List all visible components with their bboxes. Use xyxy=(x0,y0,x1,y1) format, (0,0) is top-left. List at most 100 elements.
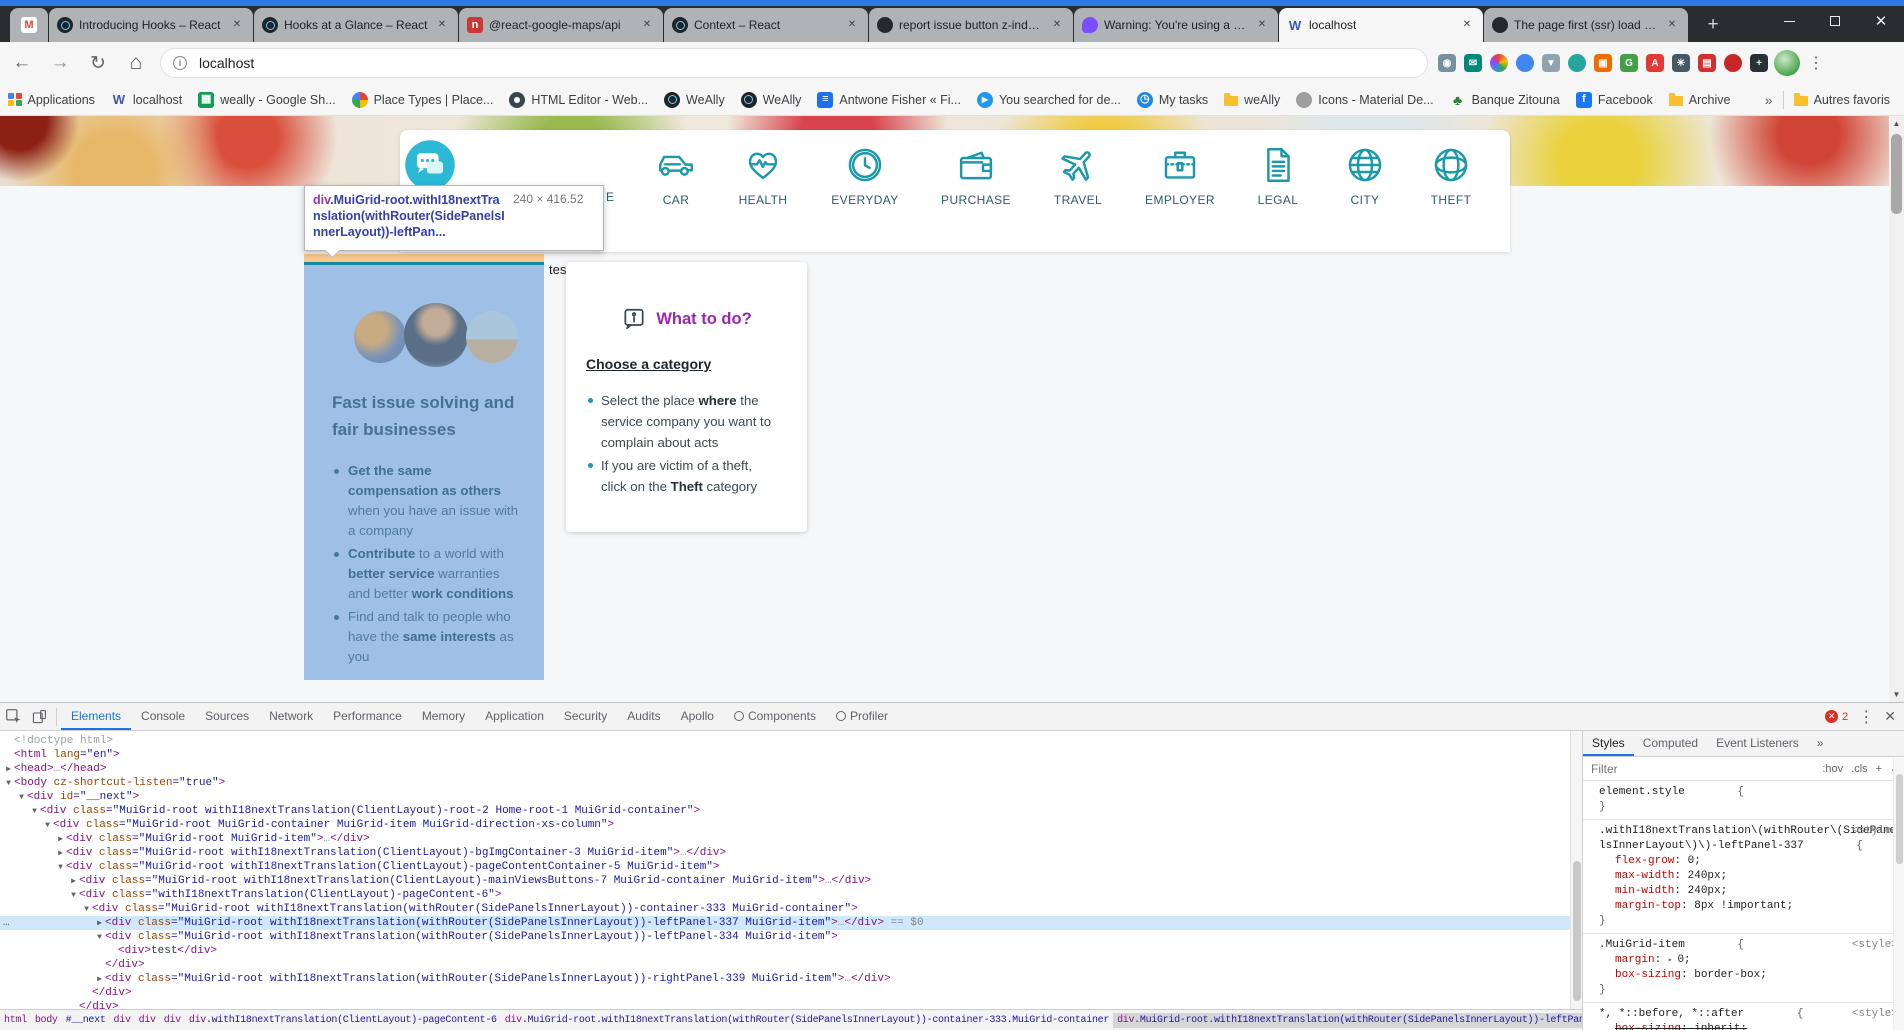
dom-tree-row[interactable]: </div> xyxy=(0,986,1570,1000)
style-origin-link[interactable]: <style> xyxy=(1852,824,1898,839)
devtools-tab-audits[interactable]: Audits xyxy=(617,703,670,730)
pinned-tab-gmail[interactable]: M xyxy=(10,8,48,42)
devtools-menu-icon[interactable]: ⋮ xyxy=(1858,707,1874,727)
style-property[interactable]: flex-grow: 0; xyxy=(1599,854,1898,869)
red-circle-extension-icon[interactable] xyxy=(1724,54,1742,72)
dom-tree-row[interactable]: </div> xyxy=(0,958,1570,972)
expand-arrow-icon[interactable]: ▶ xyxy=(94,917,105,931)
dom-tree-row[interactable]: <!doctype html> xyxy=(0,734,1570,748)
breadcrumb-item[interactable]: div xyxy=(110,1013,135,1028)
dom-tree-row[interactable]: ▶ <div class="MuiGrid-root withI18nextTra… xyxy=(0,874,1570,888)
dom-tree-row[interactable]: ▼ <div class="MuiGrid-root withI18nextTra… xyxy=(0,930,1570,944)
breadcrumb-item[interactable]: div.MuiGrid-root.withI18nextTranslation(… xyxy=(501,1013,1113,1028)
style-property[interactable]: margin-top: 8px !important; xyxy=(1599,899,1898,914)
dom-tree-row[interactable]: ▶ <div class="MuiGrid-root withI18nextTra… xyxy=(0,972,1570,986)
mail-extension-icon[interactable]: ✉ xyxy=(1464,54,1482,72)
browser-tab[interactable]: Introducing Hooks – React ✕ xyxy=(49,8,253,42)
new-rule-button[interactable]: + xyxy=(1876,763,1882,775)
inspect-element-icon[interactable] xyxy=(0,704,26,730)
expand-arrow-icon[interactable]: ▶ xyxy=(68,875,79,889)
bookmark-item[interactable]: WeAlly xyxy=(740,91,801,108)
category-legal[interactable]: LEGAL xyxy=(1230,143,1326,207)
dom-tree-row[interactable]: </div> xyxy=(0,1000,1570,1009)
category-car[interactable]: CAR xyxy=(628,143,724,207)
expand-arrow-icon[interactable]: ▶ xyxy=(94,973,105,987)
expand-arrow-icon[interactable]: ▶ xyxy=(55,833,66,847)
collapse-arrow-icon[interactable]: ▼ xyxy=(42,819,53,833)
breadcrumb-item[interactable]: div xyxy=(160,1013,185,1028)
browser-tab[interactable]: report issue button z-inde... ✕ xyxy=(869,8,1073,42)
breadcrumb-item[interactable]: div.withI18nextTranslation(ClientLayout)… xyxy=(185,1013,501,1028)
home-button[interactable]: ⌂ xyxy=(120,47,152,79)
collapse-arrow-icon[interactable]: ▼ xyxy=(55,861,66,875)
browser-tab[interactable]: Wlocalhost ✕ xyxy=(1279,8,1483,42)
dom-tree-row[interactable]: <html lang="en"> xyxy=(0,748,1570,762)
dom-tree-row[interactable]: ▼ <body cz-shortcut-listen="true"> xyxy=(0,776,1570,790)
dom-tree-row[interactable]: ▶ <div class="MuiGrid-root MuiGrid-item">… xyxy=(0,832,1570,846)
tab-close-icon[interactable]: ✕ xyxy=(1254,17,1270,33)
dom-tree-row[interactable]: ▼ <div class="MuiGrid-root MuiGrid-contai… xyxy=(0,818,1570,832)
maximize-button[interactable] xyxy=(1812,6,1858,36)
bookmark-item[interactable]: ♣ Banque Zitouna xyxy=(1450,92,1560,108)
style-property[interactable]: box-sizing: border-box; xyxy=(1599,968,1898,983)
style-rule[interactable]: .withI18nextTranslation\(withRouter\(Sid… xyxy=(1583,820,1904,934)
dom-tree-row[interactable]: ▶ <head>…</head> xyxy=(0,762,1570,776)
styles-scrollbar[interactable] xyxy=(1893,758,1904,1030)
collapse-arrow-icon[interactable]: ▼ xyxy=(29,805,40,819)
reload-button[interactable]: ↻ xyxy=(82,47,114,79)
browser-tab[interactable]: Hooks at a Glance – React ✕ xyxy=(254,8,458,42)
new-tab-button[interactable]: + xyxy=(1700,12,1726,38)
breadcrumb-item[interactable]: #__next xyxy=(62,1013,110,1028)
collapse-arrow-icon[interactable]: ▼ xyxy=(81,903,92,917)
browser-tab[interactable]: The page first (ssr) load ha... ✕ xyxy=(1484,8,1688,42)
tab-close-icon[interactable]: ✕ xyxy=(434,17,450,33)
tab-close-icon[interactable]: ✕ xyxy=(639,17,655,33)
minimize-button[interactable] xyxy=(1766,6,1812,36)
styles-tab-styles[interactable]: Styles xyxy=(1583,731,1634,756)
device-toolbar-icon[interactable] xyxy=(26,704,52,730)
browser-tab[interactable]: n @react-google-maps/api ✕ xyxy=(459,8,663,42)
forward-button[interactable]: → xyxy=(44,47,76,79)
dom-tree-row[interactable]: ▼ <div class="withI18nextTranslation(Clie… xyxy=(0,888,1570,902)
dark-tool-extension-icon[interactable]: ✳ xyxy=(1672,54,1690,72)
devtools-tab-components[interactable]: Components xyxy=(724,703,826,730)
style-origin-link[interactable]: <style> xyxy=(1852,1007,1898,1022)
move-extension-icon[interactable]: + xyxy=(1750,54,1768,72)
url-input[interactable] xyxy=(197,54,1297,72)
devtools-tab-application[interactable]: Application xyxy=(475,703,554,730)
scrollbar-thumb[interactable] xyxy=(1891,134,1902,214)
scrollbar-thumb[interactable] xyxy=(1896,774,1903,864)
browser-tab[interactable]: Warning: You're using a st... ✕ xyxy=(1074,8,1278,42)
tab-close-icon[interactable]: ✕ xyxy=(844,17,860,33)
expand-arrow-icon[interactable]: ▶ xyxy=(3,763,14,777)
bookmarks-overflow-chevron[interactable]: » xyxy=(1765,92,1773,108)
style-rule[interactable]: *, *::before, *::after {<style> box-sizin… xyxy=(1583,1003,1904,1030)
tab-close-icon[interactable]: ✕ xyxy=(1664,17,1680,33)
blue-app-extension-icon[interactable] xyxy=(1516,54,1534,72)
breadcrumb-item[interactable]: div.MuiGrid-root.withI18nextTranslation(… xyxy=(1113,1013,1582,1028)
bookmark-item[interactable]: ▶ You searched for de... xyxy=(976,91,1121,108)
teal-extension-icon[interactable] xyxy=(1568,54,1586,72)
pdf-extension-icon[interactable]: ▤ xyxy=(1698,54,1716,72)
profile-avatar[interactable] xyxy=(1774,50,1800,76)
styles-tab-»[interactable]: » xyxy=(1808,731,1833,756)
devtools-tab-security[interactable]: Security xyxy=(554,703,617,730)
other-bookmarks-folder[interactable]: Autres favoris xyxy=(1793,93,1890,107)
devtools-close-icon[interactable]: ✕ xyxy=(1884,708,1896,725)
back-button[interactable]: ← xyxy=(6,47,38,79)
scroll-up-arrow[interactable]: ▲ xyxy=(1889,116,1904,131)
styles-tab-event-listeners[interactable]: Event Listeners xyxy=(1707,731,1808,756)
tab-close-icon[interactable]: ✕ xyxy=(1459,17,1475,33)
bookmark-item[interactable]: Place Types | Place... xyxy=(351,91,493,108)
dom-tree-row[interactable]: ▼ <div class="MuiGrid-root withI18nextTra… xyxy=(0,804,1570,818)
inspected-left-panel[interactable]: Fast issue solving and fair businesses G… xyxy=(304,262,544,680)
category-employer[interactable]: EMPLOYER xyxy=(1132,143,1228,207)
collapse-arrow-icon[interactable]: ▼ xyxy=(68,889,79,903)
class-toggle[interactable]: .cls xyxy=(1851,763,1868,775)
site-info-icon[interactable]: i xyxy=(173,56,187,70)
style-rule[interactable]: .MuiGrid-item {<style> margin: ▸ 0; box-si… xyxy=(1583,934,1904,1003)
style-property[interactable]: box-sizing: inherit; xyxy=(1599,1022,1898,1030)
card-subheading[interactable]: Choose a category xyxy=(586,356,711,372)
breadcrumb-item[interactable]: div xyxy=(135,1013,160,1028)
devtools-tab-console[interactable]: Console xyxy=(131,703,195,730)
